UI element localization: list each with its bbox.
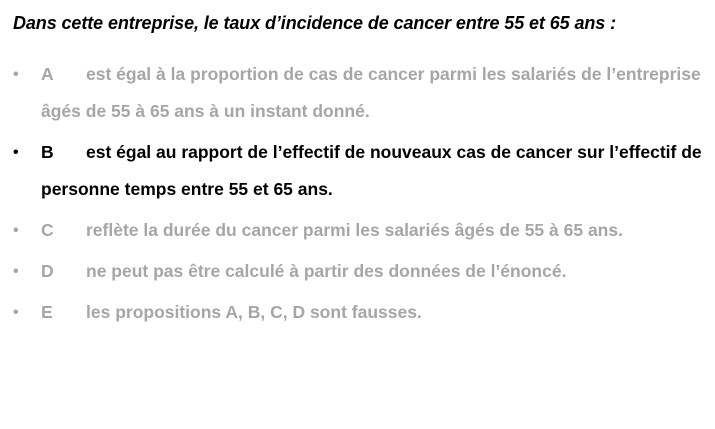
option-e: • E les propositions A, B, C, D sont fau… [0,294,715,331]
bullet-icon: • [13,263,19,280]
option-letter: A [41,64,54,84]
quiz-slide: Dans cette entreprise, le taux d’inciden… [0,0,715,429]
option-d: • D ne peut pas être calculé à partir de… [0,253,715,290]
bullet-icon: • [13,66,19,83]
option-letter: B [41,142,54,162]
bullet-icon: • [13,304,19,321]
option-b: • B est égal au rapport de l’effectif de… [0,134,715,208]
option-text: est égal à la proportion de cas de cance… [41,64,701,121]
answer-options-list: • A est égal à la proportion de cas de c… [0,56,715,335]
bullet-icon: • [13,222,19,239]
option-c: • C reflète la durée du cancer parmi les… [0,212,715,249]
option-letter: D [41,261,54,281]
option-text: est égal au rapport de l’effectif de nou… [41,142,702,199]
option-text: les propositions A, B, C, D sont fausses… [86,302,422,322]
option-a: • A est égal à la proportion de cas de c… [0,56,715,130]
option-text: ne peut pas être calculé à partir des do… [86,261,567,281]
option-letter: C [41,220,54,240]
bullet-icon: • [13,144,19,161]
option-text: reflète la durée du cancer parmi les sal… [86,220,623,240]
option-letter: E [41,302,53,322]
question-text: Dans cette entreprise, le taux d’inciden… [13,13,616,33]
